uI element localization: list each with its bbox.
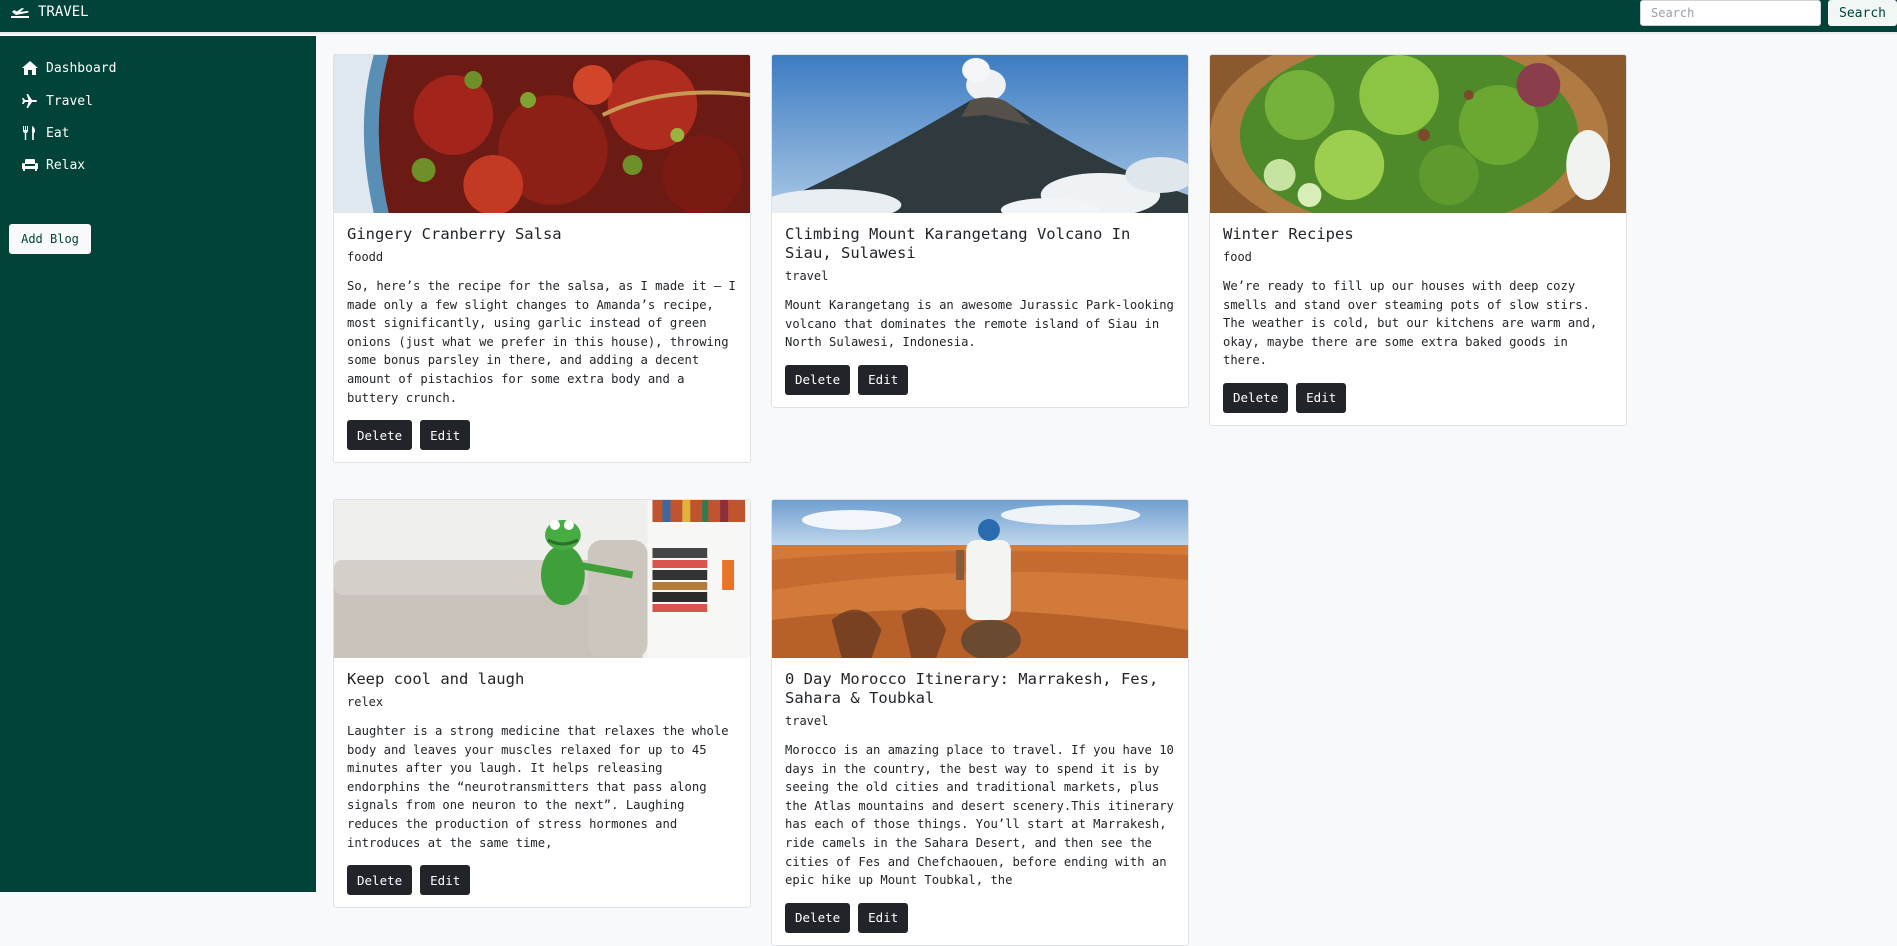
sidebar-item-label: Travel [46, 93, 93, 109]
delete-button[interactable]: Delete [785, 364, 851, 395]
plane-icon [11, 8, 29, 18]
sidebar-item-label: Eat [46, 125, 70, 141]
couch-icon [22, 159, 38, 171]
post-excerpt: Mount Karangetang is an awesome Jurassic… [785, 298, 1174, 350]
sidebar-item-relax[interactable]: Relax [22, 155, 85, 175]
blog-card: Climbing Mount Karangetang Volcano In Si… [771, 54, 1189, 408]
blog-card: 0 Day Morocco Itinerary: Marrakesh, Fes,… [771, 499, 1189, 946]
post-excerpt: So, here’s the recipe for the salsa, as … [347, 279, 736, 405]
post-title[interactable]: Gingery Cranberry Salsa [347, 225, 737, 244]
post-excerpt: Morocco is an amazing place to travel. I… [785, 743, 1174, 888]
sidebar-item-label: Dashboard [46, 60, 117, 76]
post-title[interactable]: Keep cool and laugh [347, 670, 737, 689]
sidebar-item-travel[interactable]: Travel [22, 91, 93, 111]
post-title[interactable]: Winter Recipes [1223, 225, 1613, 244]
post-image [1210, 55, 1626, 213]
delete-button[interactable]: Delete [347, 420, 413, 451]
post-image [772, 55, 1188, 213]
post-category: travel [785, 269, 829, 283]
sidebar-item-dashboard[interactable]: Dashboard [22, 58, 116, 78]
edit-button[interactable]: Edit [858, 364, 909, 395]
edit-button[interactable]: Edit [1296, 382, 1347, 413]
delete-button[interactable]: Delete [785, 902, 851, 933]
post-image [772, 500, 1188, 658]
edit-button[interactable]: Edit [420, 420, 471, 451]
blog-card: Gingery Cranberry Salsa foodd So, here’s… [333, 54, 751, 464]
blog-card: Keep cool and laugh relex Laughter is a … [333, 499, 751, 909]
edit-button[interactable]: Edit [420, 865, 471, 896]
post-excerpt: We’re ready to fill up our houses with d… [1223, 279, 1598, 368]
brand-name: TRAVEL [38, 4, 89, 20]
top-navbar: TRAVEL Search [0, 0, 1897, 34]
plane-icon [22, 94, 37, 108]
post-category: relex [347, 695, 384, 709]
sidebar-item-label: Relax [46, 157, 86, 173]
blog-card: Winter Recipes food We’re ready to fill … [1209, 54, 1627, 426]
post-image [334, 500, 750, 658]
sidebar: Dashboard Travel Eat Relax Add Blog [0, 36, 316, 892]
edit-button[interactable]: Edit [858, 902, 909, 933]
sidebar-item-eat[interactable]: Eat [22, 123, 69, 143]
search-button[interactable]: Search [1828, 0, 1897, 26]
post-title[interactable]: 0 Day Morocco Itinerary: Marrakesh, Fes,… [785, 670, 1175, 708]
brand-link[interactable]: TRAVEL [10, 2, 89, 22]
search-input[interactable] [1640, 0, 1821, 26]
delete-button[interactable]: Delete [1223, 382, 1289, 413]
delete-button[interactable]: Delete [347, 865, 413, 896]
post-excerpt: Laughter is a strong medicine that relax… [347, 724, 729, 850]
post-category: foodd [347, 250, 384, 264]
post-category: food [1223, 250, 1252, 264]
post-category: travel [785, 714, 829, 728]
home-icon [22, 61, 38, 75]
add-blog-button[interactable]: Add Blog [9, 224, 91, 254]
utensils-icon [23, 126, 35, 140]
post-title[interactable]: Climbing Mount Karangetang Volcano In Si… [785, 225, 1175, 263]
post-image [334, 55, 750, 213]
